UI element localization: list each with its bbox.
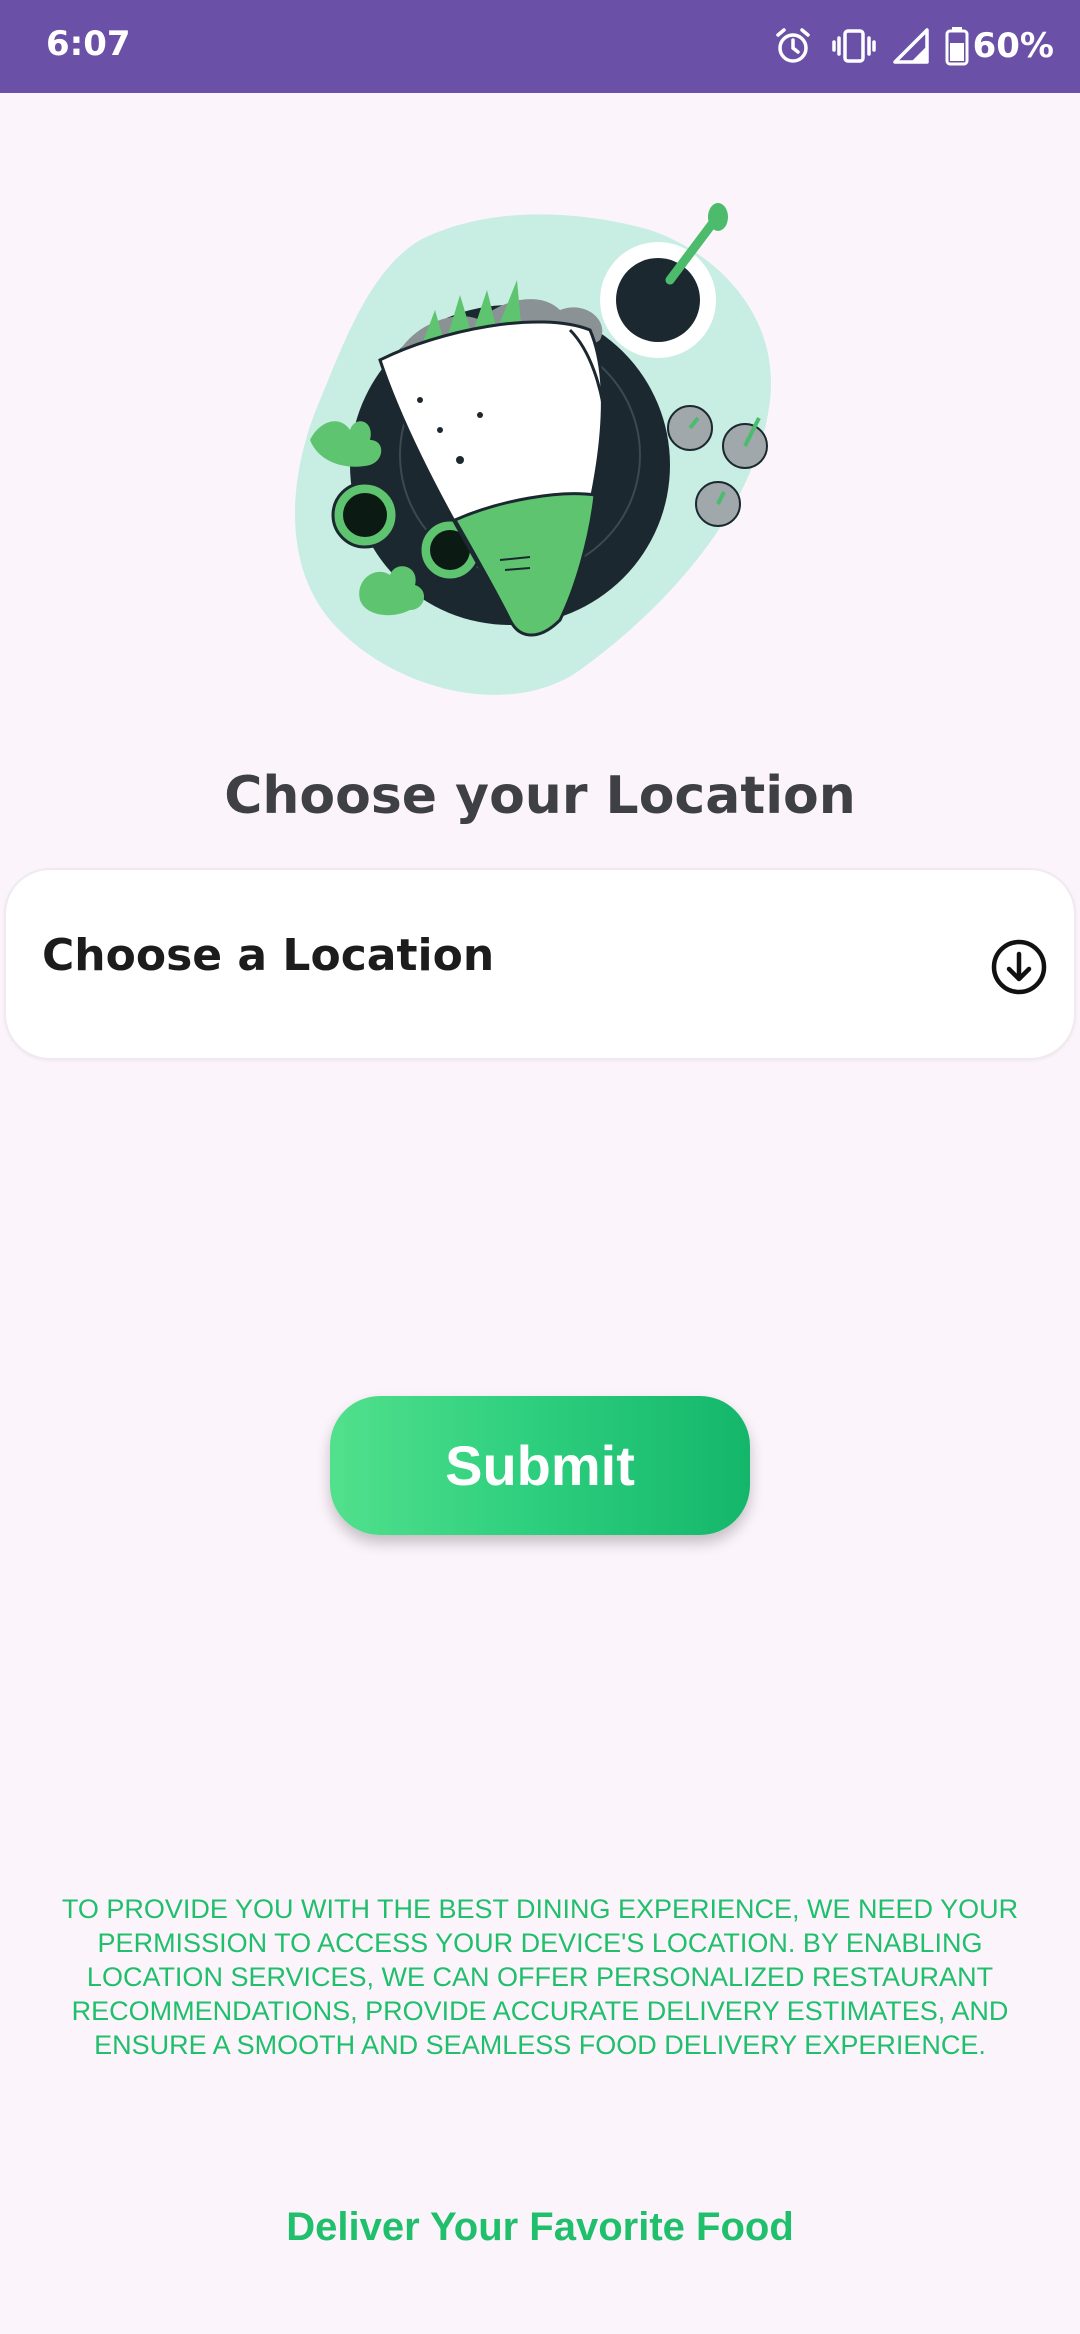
vibrate-icon — [831, 29, 876, 63]
submit-button[interactable]: Submit — [330, 1396, 750, 1535]
battery-percent: 60% — [972, 26, 1054, 66]
battery-icon — [945, 27, 969, 66]
location-dropdown-value: Choose a Location — [42, 930, 495, 981]
arrow-down-circle-icon[interactable] — [990, 938, 1048, 996]
signal-icon — [892, 28, 929, 64]
status-bar: 6:07 60% — [0, 0, 1080, 93]
page-title: Choose your Location — [224, 766, 856, 826]
location-dropdown[interactable]: Choose a Location — [4, 868, 1076, 1060]
status-icons: 60% — [773, 22, 1054, 70]
alarm-icon — [775, 28, 810, 63]
footer-tagline: Deliver Your Favorite Food — [286, 2205, 794, 2249]
food-wrap-illustration — [295, 203, 771, 695]
permission-note: TO PROVIDE YOU WITH THE BEST DINING EXPE… — [61, 1894, 1019, 2060]
status-time: 6:07 — [46, 24, 131, 64]
